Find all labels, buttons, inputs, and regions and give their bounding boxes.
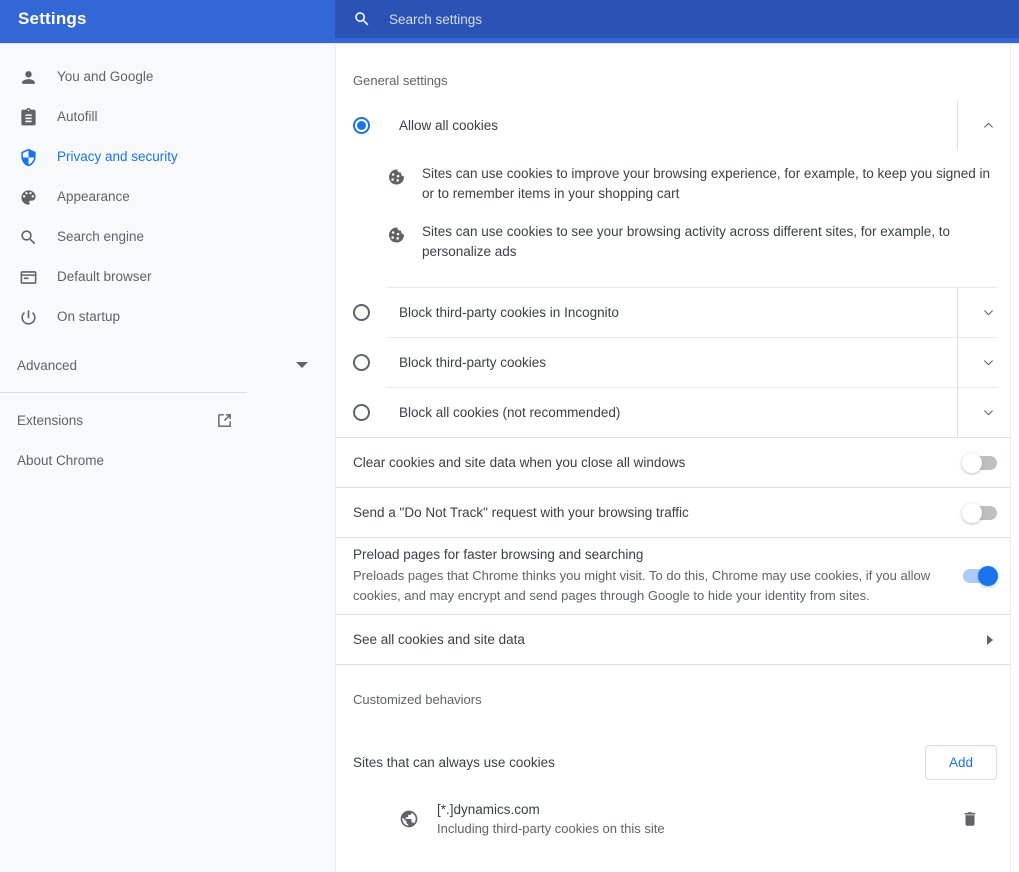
radio-option-label: Block third-party cookies in Incognito (399, 305, 619, 320)
cookies-settings-card: General settings Allow all cookies Sites… (336, 45, 1019, 848)
sidebar-item-search-engine[interactable]: Search engine (0, 217, 335, 257)
sidebar-item-label: Appearance (57, 189, 130, 205)
radio-option-label: Block all cookies (not recommended) (399, 405, 621, 420)
sidebar-item-default-browser[interactable]: Default browser (0, 257, 335, 297)
radio-option-label: Allow all cookies (399, 118, 499, 133)
search-icon (18, 227, 38, 247)
globe-icon (399, 809, 419, 829)
toggle-knob (962, 502, 982, 523)
toggle-switch[interactable] (962, 502, 997, 523)
site-subtitle: Including third-party cookies on this si… (437, 821, 665, 836)
cookie-icon (386, 222, 406, 245)
cookie-detail-row: Sites can use cookies to improve your br… (336, 155, 1019, 213)
caret-down-icon (296, 362, 308, 368)
site-name: [*.]dynamics.com (437, 802, 540, 817)
toggle-label-wrap: Send a "Do Not Track" request with your … (353, 504, 943, 522)
radio-indicator[interactable] (353, 354, 370, 371)
see-all-cookies-label: See all cookies and site data (353, 632, 525, 647)
sidebar-extensions-label: Extensions (17, 412, 84, 428)
radio-option-block-third-party[interactable]: Block third-party cookies (336, 338, 1019, 387)
settings-page: Settings You and Google Autofill (0, 0, 1019, 872)
sidebar: You and Google Autofill Privacy and secu… (0, 45, 335, 872)
radio-indicator[interactable] (353, 117, 370, 134)
site-info: [*.]dynamics.com Including third-party c… (437, 802, 961, 836)
sidebar-item-autofill[interactable]: Autofill (0, 97, 335, 137)
radio-indicator[interactable] (353, 404, 370, 421)
general-settings-title: General settings (353, 73, 448, 88)
cookie-icon (386, 164, 406, 187)
radio-option-block-third-party-incognito[interactable]: Block third-party cookies in Incognito (336, 288, 1019, 337)
sites-always-allow-header: Sites that can always use cookies Add (336, 734, 1019, 790)
page-body: You and Google Autofill Privacy and secu… (0, 45, 1019, 872)
toggle-label-wrap: Preload pages for faster browsing and se… (353, 546, 943, 606)
clipboard-icon (18, 107, 38, 127)
see-all-cookies-and-site-data-row[interactable]: See all cookies and site data (336, 615, 1019, 664)
toggle-row-clear-cookies-on-close[interactable]: Clear cookies and site data when you clo… (336, 438, 1019, 487)
toggle-title: Send a "Do Not Track" request with your … (353, 504, 689, 520)
search-icon (353, 10, 371, 28)
sidebar-item-you-and-google[interactable]: You and Google (0, 57, 335, 97)
chevron-down-icon (982, 356, 995, 369)
toggle-knob (978, 566, 998, 586)
cookie-detail-text: Sites can use cookies to see your browsi… (422, 224, 950, 259)
toggle-knob (962, 452, 982, 473)
toggle-switch[interactable] (962, 452, 997, 473)
toggle-subtitle: Preloads pages that Chrome thinks you mi… (353, 568, 931, 603)
cookie-detail-text: Sites can use cookies to improve your br… (422, 166, 991, 201)
cookie-detail-row: Sites can use cookies to see your browsi… (336, 213, 1019, 271)
toggle-title: Clear cookies and site data when you clo… (353, 454, 686, 470)
scrollbar[interactable] (1010, 45, 1019, 872)
app-header: Settings (0, 0, 1019, 38)
sites-always-allow-label: Sites that can always use cookies (353, 754, 555, 770)
sidebar-item-about-chrome[interactable]: About Chrome (0, 440, 335, 480)
radio-option-block-all-cookies[interactable]: Block all cookies (not recommended) (336, 388, 1019, 437)
sidebar-item-label: On startup (57, 309, 121, 325)
allow-all-cookies-details: Sites can use cookies to improve your br… (336, 150, 1019, 287)
toggle-label-wrap: Clear cookies and site data when you clo… (353, 454, 943, 472)
sidebar-item-label: Privacy and security (57, 149, 178, 165)
sidebar-advanced-label: Advanced (17, 357, 78, 373)
chevron-down-icon (982, 406, 995, 419)
sidebar-item-advanced[interactable]: Advanced (0, 345, 335, 385)
sidebar-divider (0, 392, 247, 393)
power-icon (18, 307, 38, 327)
search-input[interactable] (389, 11, 789, 27)
sidebar-item-privacy-and-security[interactable]: Privacy and security (0, 137, 335, 177)
sidebar-about-label: About Chrome (17, 452, 105, 468)
sidebar-item-appearance[interactable]: Appearance (0, 177, 335, 217)
toggle-switch[interactable] (963, 566, 998, 586)
radio-option-label: Block third-party cookies (399, 355, 547, 370)
toggle-title: Preload pages for faster browsing and se… (353, 547, 644, 562)
add-site-button[interactable]: Add (924, 744, 997, 780)
sidebar-item-label: Default browser (57, 269, 152, 285)
page-title: Settings (18, 9, 87, 28)
sidebar-item-extensions[interactable]: Extensions (0, 400, 335, 440)
cookie-options-radio-group: Allow all cookies Sites can use cookies … (336, 101, 1019, 437)
browser-window-icon (18, 267, 38, 287)
external-link-icon (216, 412, 233, 429)
palette-icon (18, 187, 38, 207)
main-content: General settings Allow all cookies Sites… (335, 45, 1019, 872)
chevron-down-icon (982, 306, 995, 319)
radio-indicator[interactable] (353, 304, 370, 321)
sidebar-item-label: You and Google (57, 69, 154, 85)
sidebar-item-label: Autofill (57, 109, 98, 125)
chevron-up-icon (982, 119, 995, 132)
sidebar-item-on-startup[interactable]: On startup (0, 297, 335, 337)
search-bar[interactable] (335, 0, 1019, 38)
radio-option-allow-all-cookies[interactable]: Allow all cookies (336, 101, 1019, 150)
person-icon (18, 67, 38, 87)
sidebar-item-label: Search engine (57, 229, 145, 245)
customized-behaviors-title: Customized behaviors (353, 692, 482, 707)
trash-icon[interactable] (961, 809, 979, 829)
site-list-item[interactable]: [*.]dynamics.com Including third-party c… (336, 790, 1019, 848)
shield-icon (18, 147, 38, 167)
toggle-row-preload-pages[interactable]: Preload pages for faster browsing and se… (336, 538, 1019, 614)
toggle-row-do-not-track[interactable]: Send a "Do Not Track" request with your … (336, 488, 1019, 537)
triangle-right-icon (987, 634, 993, 645)
